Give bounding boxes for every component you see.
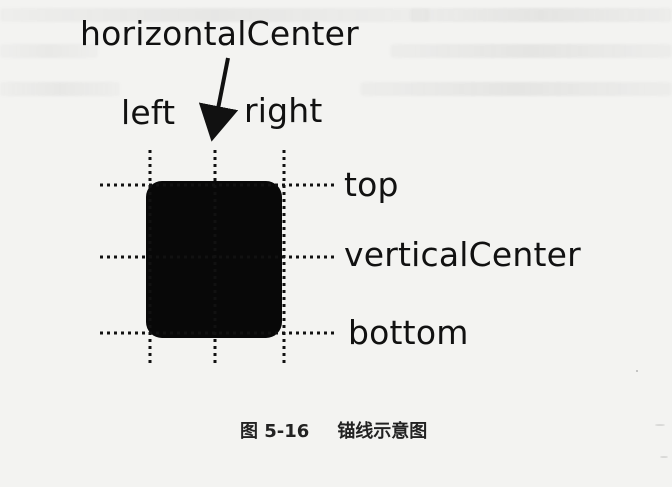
- left-label: left: [121, 93, 176, 132]
- top-label: top: [344, 165, 399, 204]
- horizontal-center-arrow: [198, 57, 239, 142]
- right-label: right: [244, 91, 323, 130]
- figure-number: 图 5-16: [240, 421, 310, 442]
- scan-mark: [660, 456, 668, 458]
- vertical-center-label: verticalCenter: [344, 235, 581, 274]
- scan-mark: [655, 424, 665, 426]
- figure-title: 锚线示意图: [337, 421, 428, 442]
- anchor-lines-diagram: horizontalCenter left right top vertical…: [0, 0, 672, 483]
- bottom-label: bottom: [348, 313, 469, 352]
- horizontal-center-label: horizontalCenter: [80, 14, 359, 53]
- scan-mark: [636, 370, 638, 372]
- figure-caption: 图 5-16 锚线示意图: [240, 423, 427, 441]
- anchored-box: [146, 181, 282, 338]
